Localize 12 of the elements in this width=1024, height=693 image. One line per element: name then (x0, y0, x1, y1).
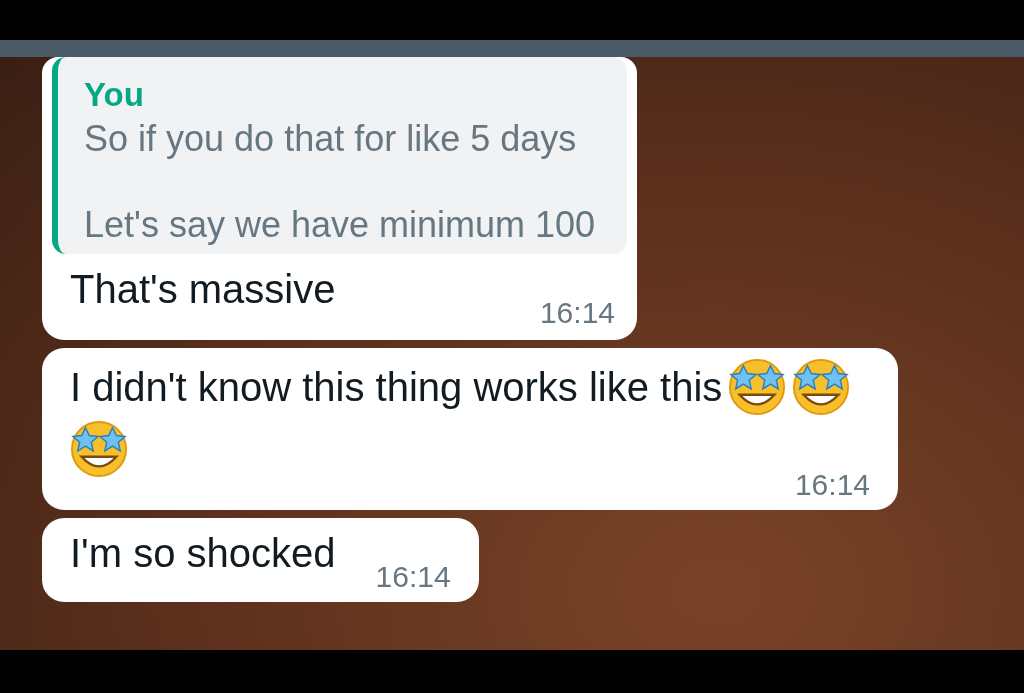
message-text: I didn't know this thing works like this (70, 364, 723, 411)
message-time: 16:14 (794, 468, 870, 502)
message-text: I'm so shocked (70, 530, 336, 577)
star-eyes-emoji-icon (70, 420, 128, 478)
message-time: 16:14 (539, 296, 615, 330)
quote-author: You (84, 75, 145, 115)
message-time: 16:14 (375, 560, 451, 594)
message-text: That's massive (70, 266, 336, 313)
quoted-message[interactable]: You So if you do that for like 5 days Let's say we have minimum 100 (52, 57, 627, 254)
star-eyes-emoji-icon (728, 358, 787, 416)
quote-text: So if you do that for like 5 days Let's say we have minimum 100 (84, 117, 597, 246)
star-eyes-emoji-icon (792, 358, 851, 416)
